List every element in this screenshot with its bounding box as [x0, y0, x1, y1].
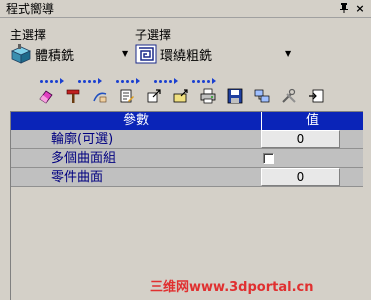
row-label: 零件曲面: [51, 170, 104, 185]
part-surface-value-button[interactable]: 0: [261, 168, 340, 186]
header-value: 值: [261, 112, 363, 130]
window-title: 程式嚮導: [6, 1, 55, 16]
export-icon[interactable]: [144, 86, 164, 106]
multi-surface-group-checkbox[interactable]: [263, 153, 274, 164]
wizard-toolbar: [36, 86, 333, 106]
sub-selection-label: 子選擇: [135, 28, 172, 42]
grid-row-contour[interactable]: 輪廓(可選) 0: [11, 130, 363, 149]
sub-dropdown-arrow-icon[interactable]: ▼: [285, 49, 291, 58]
toolbar-flow-indicator: [40, 78, 340, 84]
title-bar: 程式嚮導 ×: [0, 0, 371, 18]
main-selection-label: 主選擇: [10, 28, 47, 42]
grid-row-part-surface[interactable]: 零件曲面 0: [11, 168, 363, 187]
spiral-roughing-icon: [135, 44, 157, 64]
tools-icon[interactable]: [279, 86, 299, 106]
header-parameter: 參數: [122, 113, 149, 128]
main-dropdown-arrow-icon[interactable]: ▼: [122, 49, 128, 58]
row-label: 輪廓(可選): [51, 132, 114, 147]
pin-icon[interactable]: [337, 2, 351, 16]
parameter-grid: 參數 值 輪廓(可選) 0 多個曲面組 零件曲面 0: [10, 111, 363, 300]
folder-export-icon[interactable]: [171, 86, 191, 106]
close-icon[interactable]: ×: [353, 2, 367, 16]
contour-value-button[interactable]: 0: [261, 130, 340, 148]
save-icon[interactable]: [225, 86, 245, 106]
program-wizard-window: 程式嚮導 × 主選擇 子選擇 體積銑 ▼ 環繞粗銑 ▼ 參數 值 輪廓(可選) …: [0, 0, 371, 300]
hammer-icon[interactable]: [63, 86, 83, 106]
import-icon[interactable]: [306, 86, 326, 106]
hand-curve-icon[interactable]: [90, 86, 110, 106]
grid-row-multi-surface-group[interactable]: 多個曲面組: [11, 149, 363, 168]
sub-selection-value: 環繞粗銑: [160, 48, 213, 64]
network-icon[interactable]: [252, 86, 272, 106]
document-pencil-icon[interactable]: [117, 86, 137, 106]
grid-header: 參數 值: [11, 112, 363, 130]
main-selection-dropdown[interactable]: 體積銑: [10, 42, 130, 66]
print-icon[interactable]: [198, 86, 218, 106]
row-label: 多個曲面組: [51, 151, 117, 166]
eraser-icon[interactable]: [36, 86, 56, 106]
sub-selection-dropdown[interactable]: 環繞粗銑: [135, 42, 295, 66]
main-selection-value: 體積銑: [35, 48, 75, 64]
volume-mill-icon: [10, 44, 32, 64]
site-watermark: 三维网www.3dportal.cn: [150, 280, 314, 295]
